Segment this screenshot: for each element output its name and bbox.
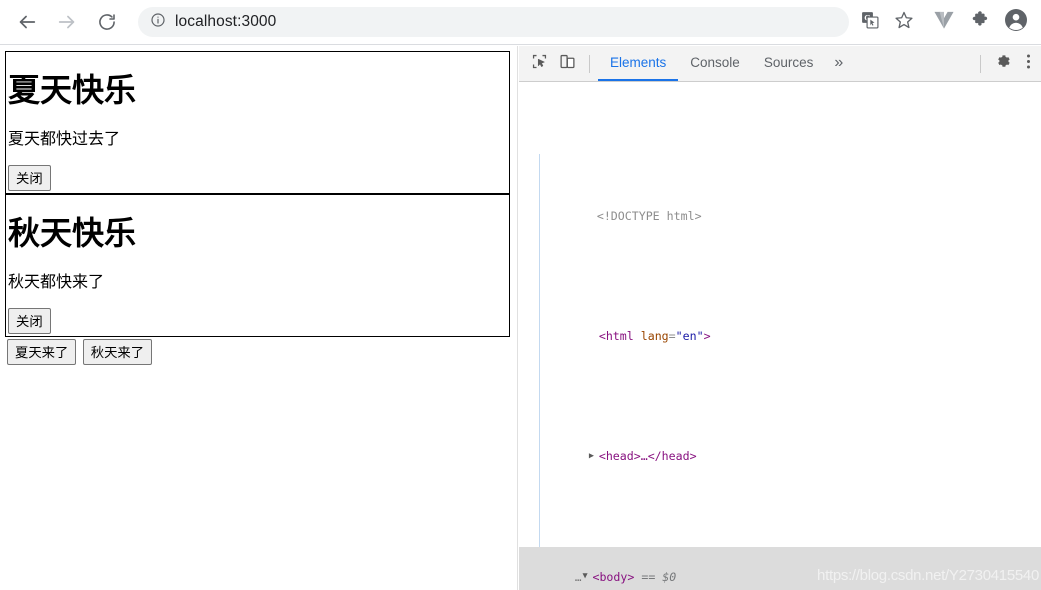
bookmark-button[interactable]	[889, 7, 919, 37]
autumn-close-button[interactable]: 关闭	[8, 308, 51, 335]
autumn-box: 秋天快乐 秋天都快来了 关闭	[5, 194, 510, 338]
chevron-double-right-icon: »	[834, 53, 844, 71]
twisty-body-icon[interactable]	[582, 566, 592, 586]
autumn-heading: 秋天快乐	[8, 215, 137, 252]
page-viewport: 夏天快乐 夏天都快过去了 关闭 秋天快乐 秋天都快来了 关闭 夏天来了 秋天来了	[0, 46, 518, 590]
back-button[interactable]	[10, 5, 44, 39]
body-tag: <body>	[592, 569, 635, 584]
url-text: localhost:3000	[175, 13, 277, 30]
reload-icon	[97, 12, 117, 32]
tab-sources-label: Sources	[763, 55, 814, 70]
summer-box: 夏天快乐 夏天都快过去了 关闭	[5, 51, 510, 195]
devtools-tabs: Elements Console Sources »	[598, 46, 852, 81]
html-lang-attr: lang	[640, 329, 669, 343]
summer-close-button[interactable]: 关闭	[8, 165, 51, 192]
head-collapsed-text: <head>…</head>	[598, 449, 697, 463]
toggle-buttons: 夏天来了 秋天来了	[5, 339, 510, 366]
tab-console-label: Console	[690, 55, 740, 70]
dom-line-doctype[interactable]: <!DOCTYPE html>	[519, 186, 1041, 246]
translate-button[interactable]: G	[855, 7, 885, 37]
reload-button[interactable]	[90, 5, 124, 39]
gear-icon	[995, 53, 1012, 75]
app-root: 夏天快乐 夏天都快过去了 关闭 秋天快乐 秋天都快来了 关闭 夏天来了 秋天来了	[5, 51, 510, 366]
dom-line-html-open[interactable]: <html lang="en">	[519, 306, 1041, 366]
tab-elements-label: Elements	[610, 55, 667, 70]
inspect-element-button[interactable]	[525, 50, 553, 78]
body-selection-marker: == $0	[641, 569, 677, 584]
puzzle-piece-icon	[970, 10, 990, 35]
kebab-menu-icon	[1026, 53, 1031, 75]
html-tag-close-bracket: >	[703, 329, 711, 343]
show-autumn-button[interactable]: 秋天来了	[82, 339, 153, 366]
star-icon	[894, 10, 914, 35]
address-bar[interactable]: localhost:3000	[138, 7, 849, 37]
dom-tree[interactable]: <!DOCTYPE html> <html lang="en"> <head>……	[519, 82, 1041, 590]
device-toolbar-icon	[559, 53, 576, 75]
devtools-toolbar: Elements Console Sources »	[519, 46, 1041, 82]
tab-elements[interactable]: Elements	[598, 46, 679, 81]
twisty-head-icon[interactable]	[589, 446, 599, 466]
devtools-settings-button[interactable]	[989, 50, 1017, 78]
tab-sources[interactable]: Sources	[752, 46, 826, 81]
summer-paragraph: 夏天都快过去了	[8, 130, 121, 148]
avatar-icon	[1004, 8, 1028, 37]
tab-console[interactable]: Console	[678, 46, 752, 81]
toolbar-divider-right	[980, 54, 981, 73]
browser-window: localhost:3000 G	[0, 0, 1041, 590]
site-info-icon[interactable]	[150, 12, 166, 33]
profile-button[interactable]	[1001, 7, 1031, 37]
browser-toolbar: localhost:3000 G	[0, 0, 1041, 45]
summer-heading: 夏天快乐	[8, 72, 137, 108]
dom-line-body[interactable]: … <body> == $0	[519, 546, 1041, 590]
expand-badge[interactable]: …	[575, 571, 583, 584]
show-summer-button[interactable]: 夏天来了	[7, 339, 77, 366]
more-tabs-button[interactable]: »	[825, 46, 852, 81]
doctype-text: <!DOCTYPE html>	[596, 209, 702, 223]
device-toolbar-button[interactable]	[553, 50, 581, 78]
forward-button[interactable]	[50, 5, 84, 39]
dom-line-head[interactable]: <head>…</head>	[519, 426, 1041, 487]
devtools-more-options-button[interactable]	[1017, 50, 1039, 78]
html-lang-value: "en"	[675, 329, 704, 343]
vue-logo-icon	[933, 10, 955, 35]
inspect-cursor-icon	[531, 53, 548, 75]
devtools-panel: Elements Console Sources » <!DOCTYPE htm…	[519, 46, 1041, 590]
translate-icon: G	[860, 10, 880, 35]
forward-arrow-icon	[56, 11, 78, 33]
vue-devtools-button[interactable]	[929, 7, 959, 37]
autumn-paragraph: 秋天都快来了	[8, 273, 105, 291]
extensions-button[interactable]	[965, 7, 995, 37]
html-tag-open: <html	[598, 329, 634, 343]
toolbar-divider-left	[589, 54, 590, 73]
back-arrow-icon	[16, 11, 38, 33]
